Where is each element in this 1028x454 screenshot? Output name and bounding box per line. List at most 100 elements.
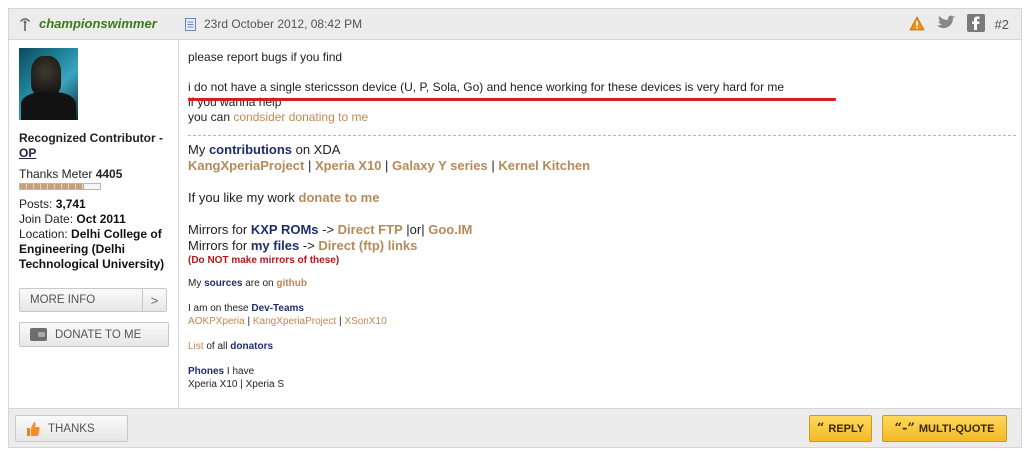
quote-icon: “ [816, 421, 825, 436]
reply-label: REPLY [828, 422, 865, 435]
avatar[interactable] [19, 48, 78, 120]
signature-donate: If you like my work donate to me [188, 190, 1022, 206]
sig-text: -> [299, 238, 319, 253]
thanks-button[interactable]: THANKS [15, 415, 128, 442]
user-title-line: Recognized Contributor - [19, 131, 163, 145]
signature-contributions: My contributions on XDA [188, 142, 1022, 158]
sig-text: |or| [402, 222, 429, 237]
user-stats: Posts: 3,741 Join Date: Oct 2011 Locatio… [19, 197, 174, 272]
dev-teams-label: Dev-Teams [251, 303, 304, 314]
signature-separator [188, 135, 1016, 136]
posts-value: 3,741 [55, 197, 86, 211]
donate-to-me-link[interactable]: donate to me [299, 190, 380, 205]
post-footer: THANKS “ REPLY “-” MULTI-QUOTE [9, 408, 1021, 447]
phones-link[interactable]: Phones [188, 366, 224, 377]
multi-quote-icon: “-” [894, 421, 915, 436]
multi-quote-button[interactable]: “-” MULTI-QUOTE [882, 415, 1007, 442]
location-value: Delhi College of [71, 227, 162, 241]
posts-label: Posts: [19, 197, 53, 211]
thumbs-up-icon [26, 421, 40, 437]
phones-list: Xperia X10 | Xperia S [188, 379, 284, 390]
signature-team-list: AOKPXperia | KangXperiaProject | XSonX10 [188, 316, 387, 327]
project-link[interactable]: Kernel Kitchen [498, 158, 590, 173]
signature-projects: KangXperiaProject | Xperia X10 | Galaxy … [188, 158, 1022, 174]
avatar-face [31, 56, 61, 96]
multi-quote-label: MULTI-QUOTE [918, 422, 995, 435]
sig-text: I have [224, 366, 255, 377]
sources-link[interactable]: sources [204, 278, 242, 289]
goo-im-link[interactable]: Goo.IM [428, 222, 472, 237]
thanks-meter-value: 4405 [95, 167, 123, 181]
kxp-roms-link[interactable]: KXP ROMs [251, 222, 319, 237]
facebook-icon[interactable] [966, 14, 985, 35]
user-title-op[interactable]: OP [19, 146, 169, 161]
signature-mirrors-roms: Mirrors for KXP ROMs -> Direct FTP |or| … [188, 222, 1022, 238]
post-content: please report bugs if you find i do not … [180, 40, 1022, 408]
project-link[interactable]: Galaxy Y series [392, 158, 488, 173]
wallet-icon [30, 328, 47, 341]
sig-text: on XDA [292, 142, 341, 157]
post-date-text: 23rd October 2012, 08:42 PM [204, 17, 363, 31]
user-title: Recognized Contributor - OP [19, 131, 169, 161]
report-icon[interactable] [908, 15, 925, 34]
direct-ftp-links-link[interactable]: Direct (ftp) links [318, 238, 417, 253]
post-number[interactable]: #2 [995, 17, 1009, 32]
direct-ftp-link[interactable]: Direct FTP [338, 222, 403, 237]
signature-sources: My sources are on github [188, 277, 1022, 290]
sig-text: -> [318, 222, 338, 237]
sig-text: are on [242, 278, 277, 289]
sig-text: of all [203, 341, 231, 352]
location-label: Location: [19, 227, 68, 241]
separator: | [487, 158, 499, 173]
separator: | [304, 158, 315, 173]
online-status-icon [19, 17, 31, 31]
user-sidebar: Recognized Contributor - OP Thanks Meter… [9, 40, 179, 408]
thanks-meter-label: Thanks Meter [19, 167, 93, 181]
sig-text: If you like my work [188, 190, 299, 205]
donate-button[interactable]: DONATE TO ME [19, 322, 169, 347]
thanks-label: THANKS [48, 422, 95, 435]
user-link[interactable]: championswimmer [19, 16, 157, 31]
project-link[interactable]: KangXperiaProject [188, 158, 304, 173]
separator: | [381, 158, 393, 173]
message-line-highlighted: i do not have a single stericsson device… [188, 80, 785, 94]
sig-text: Mirrors for [188, 222, 251, 237]
thanks-meter-fill [20, 184, 84, 189]
more-info-label: MORE INFO [30, 294, 96, 306]
team-link[interactable]: KangXperiaProject [253, 316, 336, 327]
join-date-value: Oct 2011 [76, 212, 126, 226]
thanks-meter: Thanks Meter 4405 [19, 167, 122, 181]
mirrors-warning: (Do NOT make mirrors of these) [188, 255, 340, 266]
location-value-cont: Engineering (Delhi [19, 242, 126, 256]
signature-phones: Phones I have [188, 365, 1022, 378]
join-date-label: Join Date: [19, 212, 74, 226]
donate-label: DONATE TO ME [55, 328, 142, 341]
contributions-link[interactable]: contributions [209, 142, 292, 157]
chevron-right-icon[interactable]: > [142, 289, 166, 311]
donate-link[interactable]: condsider donating to me [233, 110, 368, 124]
username[interactable]: championswimmer [39, 16, 157, 31]
donators-link[interactable]: donators [230, 341, 273, 352]
header-actions: #2 [908, 14, 1009, 35]
github-link[interactable]: github [276, 278, 307, 289]
list-link[interactable]: List [188, 341, 204, 352]
twitter-icon[interactable] [935, 15, 957, 34]
reply-button[interactable]: “ REPLY [809, 415, 872, 442]
avatar-shoulder [21, 92, 76, 120]
sig-text: My [188, 278, 205, 289]
sig-text: I am on these [188, 303, 252, 314]
post-header: championswimmer 23rd October 2012, 08:42… [9, 9, 1021, 40]
team-link[interactable]: XSonX10 [344, 316, 386, 327]
my-files-link[interactable]: my files [251, 238, 299, 253]
message-line: please report bugs if you find [188, 50, 343, 64]
project-link[interactable]: Xperia X10 [315, 158, 382, 173]
document-icon [185, 17, 196, 31]
signature-donators: List of all donators [188, 340, 1022, 353]
team-link[interactable]: AOKPXperia [188, 316, 245, 327]
signature-teams: I am on these Dev-Teams [188, 302, 1022, 315]
more-info-button[interactable]: MORE INFO > [19, 288, 167, 312]
post-date: 23rd October 2012, 08:42 PM [185, 17, 362, 31]
red-underline-annotation [188, 98, 836, 101]
sig-text: Mirrors for [188, 238, 251, 253]
location-value-cont2: Technological University) [19, 257, 165, 271]
